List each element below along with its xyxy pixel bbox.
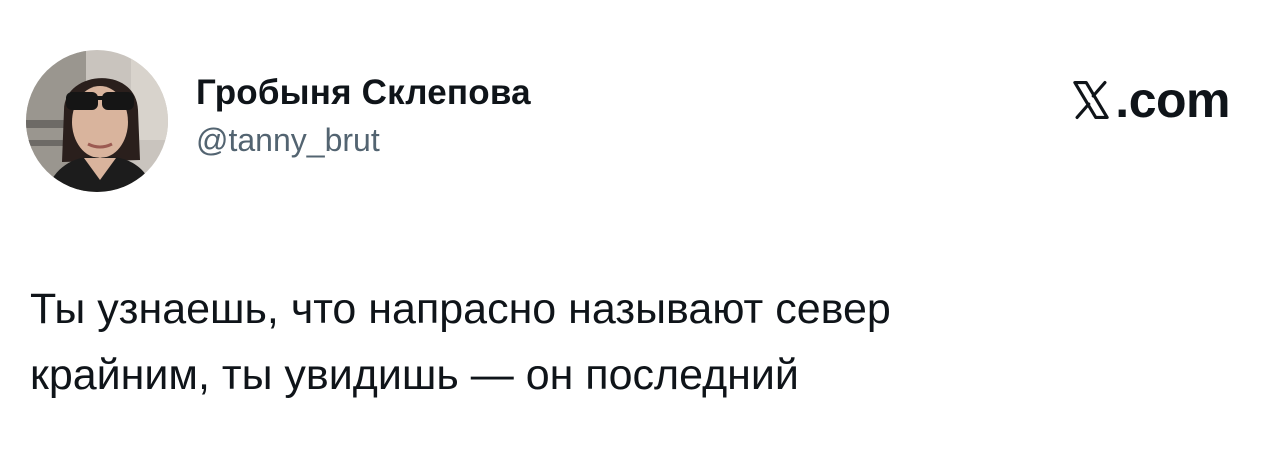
brand-suffix: .com bbox=[1115, 72, 1230, 128]
author-display-name[interactable]: Гробыня Склепова bbox=[196, 72, 531, 114]
x-logo-icon bbox=[1073, 81, 1109, 119]
tweet-card: Гробыня Склепова @tanny_brut .com Ты узн… bbox=[0, 0, 1280, 468]
brand-x-com: .com bbox=[1069, 74, 1230, 126]
tweet-text-line: Ты узнаешь, что напрасно называют север bbox=[30, 285, 891, 333]
avatar-photo bbox=[26, 50, 168, 192]
avatar[interactable] bbox=[26, 50, 168, 192]
tweet-text: Ты узнаешь, что напрасно называют север … bbox=[30, 276, 1250, 408]
author-names: Гробыня Склепова @tanny_brut bbox=[196, 72, 531, 160]
tweet-header: Гробыня Склепова @tanny_brut bbox=[26, 50, 531, 192]
author-handle[interactable]: @tanny_brut bbox=[196, 120, 531, 160]
tweet-text-line: крайним, ты увидишь — он последний bbox=[30, 351, 799, 399]
